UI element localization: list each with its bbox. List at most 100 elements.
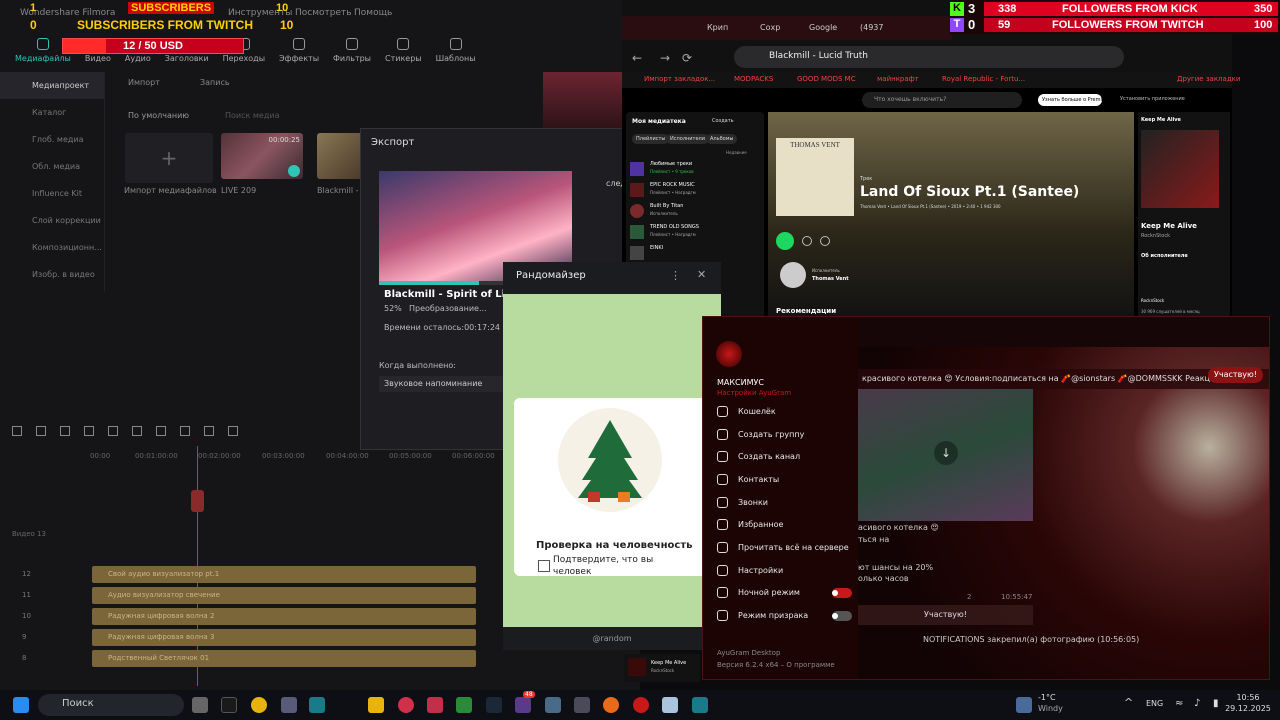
- browser-tab[interactable]: Крип: [707, 23, 728, 32]
- text-icon[interactable]: [204, 426, 214, 436]
- mini-player[interactable]: Keep Me Alive RocknStock: [624, 654, 700, 682]
- wifi-icon[interactable]: ≈: [1175, 698, 1183, 709]
- media-clip-1[interactable]: 00:00:25: [221, 133, 303, 179]
- task-view-icon[interactable]: [192, 697, 208, 713]
- battery-icon[interactable]: ▮: [1213, 698, 1219, 709]
- address-bar[interactable]: Blackmill - Lucid Truth: [734, 46, 1124, 68]
- bookmark-item[interactable]: Импорт закладок...: [644, 75, 715, 83]
- spotify-search[interactable]: Что хочешь включить?: [862, 92, 1022, 108]
- menu-item-night-mode[interactable]: Ночной режим: [703, 582, 858, 605]
- menu-item-settings[interactable]: Настройки: [703, 559, 858, 582]
- tab-stickers[interactable]: Стикеры: [385, 38, 422, 63]
- install-app-link[interactable]: Установить приложение: [1120, 96, 1185, 102]
- app-version[interactable]: Версия 6.2.4 x64 – О программе: [717, 661, 835, 669]
- split-icon[interactable]: [156, 426, 166, 436]
- record-button[interactable]: Запись: [200, 78, 230, 87]
- crop-icon[interactable]: [180, 426, 190, 436]
- sidebar-item-cloud-media[interactable]: Обл. медиа: [0, 153, 104, 180]
- sort-select[interactable]: По умолчанию: [128, 111, 189, 120]
- tab-filters[interactable]: Фильтры: [333, 38, 371, 63]
- menu-item-saved[interactable]: Избранное: [703, 513, 858, 536]
- app-icon[interactable]: [545, 697, 561, 713]
- menu-item-ghost-mode[interactable]: Режим призрака: [703, 604, 858, 627]
- sidebar-item-global-media[interactable]: Глоб. медиа: [0, 126, 104, 153]
- steam-icon[interactable]: [486, 697, 502, 713]
- app-icon[interactable]: [309, 697, 325, 713]
- menu-item-new-channel[interactable]: Создать канал: [703, 445, 858, 468]
- sidebar-item-image-to-video[interactable]: Изобр. в видео: [0, 261, 104, 288]
- ghost-mode-toggle[interactable]: [832, 610, 852, 621]
- browser-tab[interactable]: Google: [809, 23, 837, 32]
- timeline-clip[interactable]: Радужная цифровая волна 2: [92, 608, 476, 625]
- notepad-icon[interactable]: [662, 697, 678, 713]
- taskbar-search[interactable]: Поиск: [38, 694, 184, 716]
- clock-date[interactable]: 29.12.2025: [1222, 704, 1274, 713]
- user-status[interactable]: Настройки AyuGram: [717, 389, 791, 397]
- sidebar-item-adjust-layer[interactable]: Слой коррекции: [0, 207, 104, 234]
- tab-templates[interactable]: Шаблоны: [436, 38, 476, 63]
- menu-item-wallet[interactable]: Кошелёк: [703, 400, 858, 423]
- speed-icon[interactable]: [228, 426, 238, 436]
- more-icon[interactable]: ⋮: [670, 269, 681, 282]
- clock-time[interactable]: 10:56: [1228, 693, 1268, 702]
- undo-icon[interactable]: [60, 426, 70, 436]
- app-icon[interactable]: 48: [515, 691, 535, 713]
- bookmark-item[interactable]: Royal Republic - Fortu...: [942, 75, 1025, 83]
- app-icon[interactable]: [281, 697, 297, 713]
- download-icon[interactable]: ↓: [934, 441, 958, 465]
- menu-item-new-group[interactable]: Создать группу: [703, 423, 858, 446]
- terminal-icon[interactable]: [221, 697, 237, 713]
- chrome-icon[interactable]: [251, 697, 267, 713]
- bookmark-item[interactable]: майнкрафт: [877, 75, 919, 83]
- browser-tab[interactable]: Сохр: [760, 23, 780, 32]
- menu-item-read-all[interactable]: Прочитать всё на сервере: [703, 536, 858, 559]
- premium-button[interactable]: Узнать больше о Premium: [1038, 94, 1110, 106]
- create-button[interactable]: Создать: [712, 118, 734, 124]
- timeline-clip[interactable]: Родственный Светлячок 01: [92, 650, 476, 667]
- bookmarks-other[interactable]: Другие закладки: [1177, 75, 1240, 83]
- menu-view[interactable]: Посмотреть: [295, 8, 352, 18]
- redo-icon[interactable]: [84, 426, 94, 436]
- filter-albums[interactable]: Альбомы: [706, 134, 738, 144]
- sidebar-item-catalog[interactable]: Каталог: [0, 99, 104, 126]
- app-icon[interactable]: [633, 697, 649, 713]
- cut-icon[interactable]: [132, 426, 142, 436]
- app-icon[interactable]: [574, 697, 590, 713]
- captcha-checkbox[interactable]: [538, 560, 550, 572]
- forward-icon[interactable]: →: [660, 51, 670, 65]
- language-indicator[interactable]: ENG: [1146, 699, 1163, 708]
- sidebar-item-project-media[interactable]: Медиапроект: [0, 72, 104, 99]
- participate-top-button[interactable]: Участвую!: [1208, 367, 1263, 383]
- firefox-icon[interactable]: [603, 697, 619, 713]
- sort-recent[interactable]: Недавние: [726, 150, 747, 155]
- filter-artists[interactable]: Исполнители: [666, 134, 709, 144]
- import-button[interactable]: Импорт: [128, 78, 160, 87]
- browser-tab[interactable]: (4937: [860, 23, 883, 32]
- artist-name[interactable]: Thomas Vent: [812, 276, 849, 282]
- reload-icon[interactable]: ⟳: [682, 51, 692, 65]
- grid-icon[interactable]: [12, 426, 22, 436]
- timeline-clip[interactable]: Аудио визуализатор свечение: [92, 587, 476, 604]
- avatar[interactable]: [716, 341, 742, 367]
- import-media-tile[interactable]: +: [125, 133, 213, 183]
- menu-item-contacts[interactable]: Контакты: [703, 468, 858, 491]
- blurred-photo[interactable]: ↓: [858, 389, 1033, 521]
- app-icon[interactable]: [398, 697, 414, 713]
- filter-playlists[interactable]: Плейлисты: [632, 134, 670, 144]
- sidebar-item-influence-kit[interactable]: Influence Kit: [0, 180, 104, 207]
- add-icon[interactable]: [802, 236, 812, 246]
- media-search-input[interactable]: Поиск медиа: [225, 111, 279, 120]
- download-icon[interactable]: [820, 236, 830, 246]
- select-icon[interactable]: [36, 426, 46, 436]
- playhead-marker[interactable]: [191, 490, 204, 512]
- app-icon[interactable]: [692, 697, 708, 713]
- menu-help[interactable]: Помощь: [354, 8, 392, 18]
- delete-icon[interactable]: [108, 426, 118, 436]
- app-icon[interactable]: [456, 697, 472, 713]
- timeline-clip[interactable]: Радужная цифровая волна 3: [92, 629, 476, 646]
- artist-avatar[interactable]: [780, 262, 806, 288]
- app-icon[interactable]: [427, 697, 443, 713]
- close-icon[interactable]: ✕: [697, 268, 706, 281]
- timeline-clip[interactable]: Свой аудио визуализатор pt.1: [92, 566, 476, 583]
- bookmark-item[interactable]: GOOD MODS MC: [797, 75, 856, 83]
